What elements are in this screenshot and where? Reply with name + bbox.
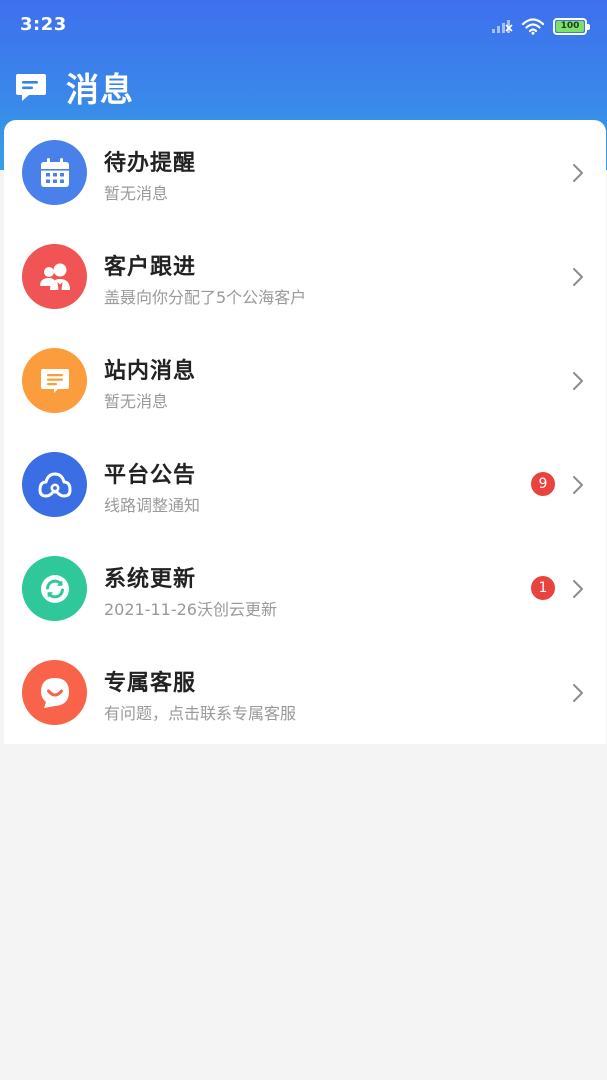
refresh-icon [40, 574, 69, 603]
item-subtitle: 盖聂向你分配了5个公海客户 [104, 288, 307, 307]
item-title: 系统更新 [104, 567, 197, 592]
smile-icon [40, 677, 69, 708]
battery-icon: 100 [553, 17, 590, 35]
status-time: 3:23 [20, 14, 67, 35]
chevron-right-icon [573, 684, 583, 702]
chevron-right-icon [573, 476, 583, 494]
list-item-system-update[interactable]: 系统更新 2021-11-26沃创云更新 1 [4, 536, 606, 640]
title-row: 消息 [14, 64, 134, 110]
customer-service-avatar [22, 660, 87, 725]
cloud-link-icon [38, 472, 71, 497]
chevron-right-icon [573, 580, 583, 598]
chat-bubble-icon [16, 74, 46, 101]
message-icon [40, 368, 69, 393]
battery-cap [587, 23, 590, 30]
item-title: 待办提醒 [104, 151, 197, 176]
item-subtitle: 2021-11-26沃创云更新 [104, 600, 277, 619]
item-title: 平台公告 [104, 463, 197, 488]
signal-icon [492, 20, 513, 33]
battery-level: 100 [556, 20, 584, 32]
item-subtitle: 暂无消息 [104, 392, 169, 411]
customer-icon [39, 263, 70, 290]
customer-avatar [22, 244, 87, 309]
chevron-right-icon [573, 164, 583, 182]
message-list: 待办提醒 暂无消息 客户跟进 盖聂向你分配了5个公海客户 站内消息 暂无消息 平… [4, 120, 606, 744]
calendar-icon [40, 157, 69, 187]
item-subtitle: 有问题，点击联系专属客服 [104, 704, 297, 723]
list-item-platform-announcement[interactable]: 平台公告 线路调整通知 9 [4, 432, 606, 536]
chevron-right-icon [573, 372, 583, 390]
item-title: 专属客服 [104, 671, 197, 696]
unread-badge: 9 [531, 472, 555, 496]
list-item-customer-followup[interactable]: 客户跟进 盖聂向你分配了5个公海客户 [4, 224, 606, 328]
status-icons: 100 [491, 14, 590, 38]
todo-avatar [22, 140, 87, 205]
system-update-avatar [22, 556, 87, 621]
status-bar: 3:23 100 [0, 0, 607, 52]
unread-badge: 1 [531, 576, 555, 600]
chevron-right-icon [573, 268, 583, 286]
item-subtitle: 暂无消息 [104, 184, 169, 203]
item-title: 客户跟进 [104, 255, 197, 280]
site-message-avatar [22, 348, 87, 413]
wifi-icon [521, 18, 545, 35]
battery-text: 100 [560, 20, 580, 31]
announcement-avatar [22, 452, 87, 517]
list-item-customer-service[interactable]: 专属客服 有问题，点击联系专属客服 [4, 640, 606, 744]
list-item-site-message[interactable]: 站内消息 暂无消息 [4, 328, 606, 432]
page-title: 消息 [66, 70, 134, 109]
item-title: 站内消息 [104, 359, 197, 384]
item-subtitle: 线路调整通知 [104, 496, 201, 515]
list-item-todo-reminder[interactable]: 待办提醒 暂无消息 [4, 120, 606, 224]
